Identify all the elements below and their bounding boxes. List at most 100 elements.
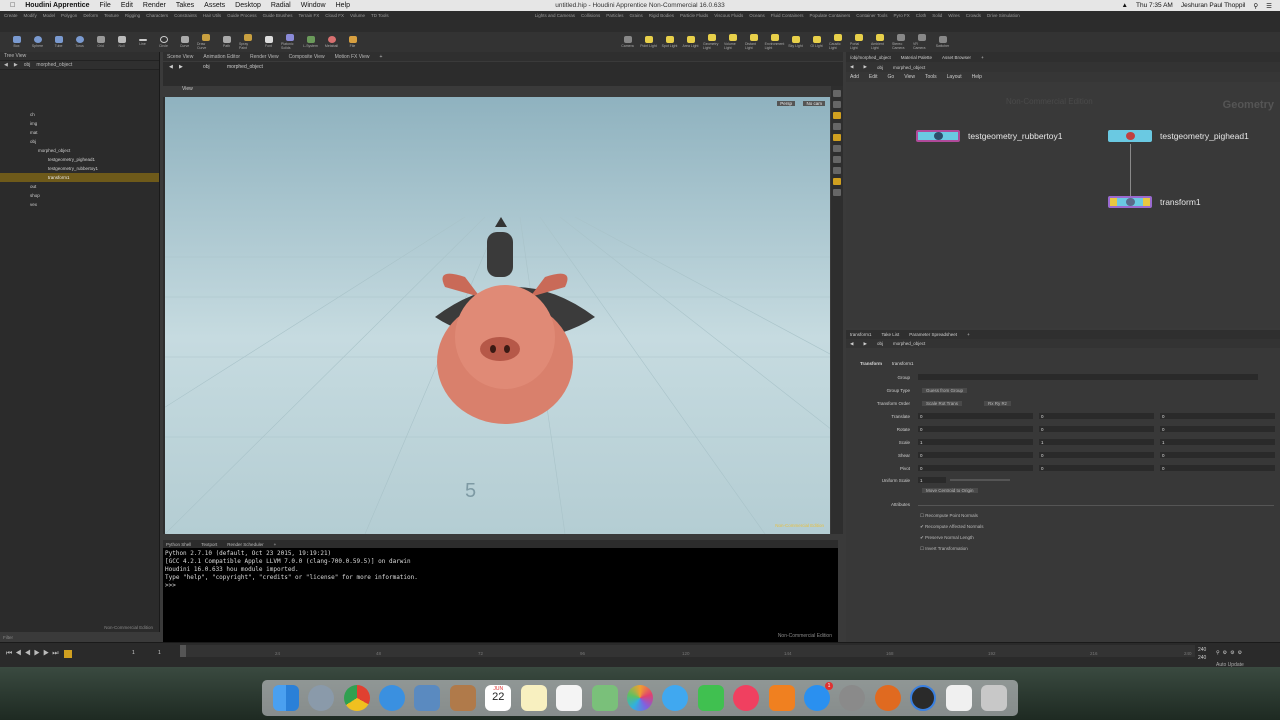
forward-icon[interactable]: ▶ [14,62,18,68]
clock[interactable]: Thu 7:35 AM [1136,2,1173,10]
node-name-field[interactable]: transform1 [892,361,914,366]
move-centroid-button[interactable]: Move Centroid to Origin [922,488,978,493]
frame-marker[interactable] [180,645,186,657]
trash-icon[interactable] [981,685,1008,711]
shelf-tab[interactable]: Guide Brushes [263,13,293,30]
tool-caustic-light-button[interactable]: Caustic Light [829,34,846,50]
normals-icon[interactable] [833,167,841,174]
shelf-tab[interactable]: Particles [606,13,623,30]
shelf-tab[interactable]: Viscous Fluids [714,13,743,30]
finder-icon[interactable] [272,685,299,711]
tree-item[interactable]: img [0,119,159,128]
launchpad-icon[interactable] [308,685,335,711]
pivot-x-field[interactable] [918,465,1033,471]
translate-y-field[interactable] [1039,413,1154,419]
add-tab-icon[interactable]: + [274,542,277,547]
back-icon[interactable]: ◀ [4,62,8,68]
notes-brown-icon[interactable] [449,685,476,711]
tool-curve-button[interactable]: Curve [176,34,193,50]
rotate-z-field[interactable] [1160,426,1275,432]
tool-torus-button[interactable]: Torus [71,34,88,50]
shelf-tab[interactable]: Create [4,13,18,30]
tool-file-button[interactable]: File [344,34,361,50]
appstore-icon[interactable]: 1 [804,682,834,711]
shelf-tab[interactable]: Crowds [966,13,981,30]
houdini-fx-icon[interactable] [910,685,937,711]
photos-icon[interactable] [626,685,653,711]
node-transform[interactable]: transform1 [1108,196,1201,208]
shelf-tab[interactable]: Texture [104,13,119,30]
back-icon[interactable]: ◀ [850,341,853,347]
shelf-tab[interactable]: Solid [932,13,942,30]
checkbox-recompute-affected-normals[interactable]: ✔ Recompute Affected Normals [920,524,983,530]
add-tab-icon[interactable]: + [967,332,970,337]
shelf-tab[interactable]: Constraints [174,13,197,30]
calendar-icon[interactable]: JUN 22 [485,685,512,711]
shelf-tab[interactable]: TD Tools [371,13,389,30]
shading-icon[interactable] [833,123,841,130]
tool-volume-light-button[interactable]: Volume Light [724,34,741,50]
notification-icon[interactable]: ☰ [1266,2,1272,10]
rotate-order-select[interactable]: Rx Ry Rz [984,401,1011,406]
tree-item[interactable]: morphed_object [0,146,159,155]
tab-render-scheduler[interactable]: Render Scheduler [227,542,263,547]
tool-stereo-camera-button[interactable]: Stereo Camera [892,34,909,50]
path-obj[interactable]: obj [24,62,31,68]
houdini-icon[interactable] [874,685,901,711]
tool-vr-camera-button[interactable]: VR Camera [913,34,930,50]
shelf-tab[interactable]: Polygon [61,13,77,30]
end-frame-field[interactable]: 240 [1198,647,1206,653]
menu-assets[interactable]: Assets [204,2,225,9]
maps-icon[interactable] [591,685,618,711]
timeline-options-icon[interactable]: ⚲⚙⚙⚙ [1216,650,1245,656]
safari-icon[interactable] [378,685,405,711]
tree-item[interactable]: out [0,182,159,191]
menu-add[interactable]: Add [850,74,859,80]
tool-env-light-button[interactable]: Environment Light [765,34,784,50]
add-tab-icon[interactable]: + [981,55,984,60]
console-prompt[interactable]: >>> [165,582,176,589]
timeline-slider[interactable]: 24 48 72 96 120 144 168 192 216 240 [180,645,1195,657]
shelf-tab[interactable]: Characters [146,13,168,30]
path-obj[interactable]: obj [877,65,883,70]
chrome-icon[interactable] [343,685,370,711]
shelf-tab[interactable]: Fluid Containers [771,13,804,30]
ibooks-icon[interactable] [768,685,795,711]
scene-viewport[interactable]: 5 Persp No cam Non-Commercial Edition [165,97,830,534]
checkbox-recompute-point-normals[interactable]: ☐ Recompute Point Normals [920,513,978,519]
menu-help[interactable]: Help [336,2,350,9]
tool-ambient-light-button[interactable]: Ambient Light [871,34,888,50]
shear-z-field[interactable] [1160,452,1275,458]
search-icon[interactable]: ⚲ [1253,2,1258,10]
node-pighead[interactable]: testgeometry_pighead1 [1108,130,1249,142]
shelf-tab[interactable]: Rigid Bodies [649,13,674,30]
tab-composite-view[interactable]: Composite View [289,54,325,60]
forward-icon[interactable]: ▶ [863,341,866,347]
tree-item[interactable]: testgeometry_pighead1 [0,155,159,164]
tree-tab[interactable]: Tree View [0,52,159,61]
document-icon[interactable] [945,685,972,711]
tree-item-selected[interactable]: transform1 [0,173,159,182]
path-context[interactable]: morphed_object [893,65,925,70]
pivot-z-field[interactable] [1160,465,1275,471]
checkbox-preserve-normal-length[interactable]: ✔ Preserve Normal Length [920,535,974,541]
shelf-tab[interactable]: Lights and Cameras [535,13,575,30]
tree-item[interactable]: ch [0,110,159,119]
path-context[interactable]: morphed_object [893,341,925,346]
forward-icon[interactable]: ▶ [863,64,866,70]
current-frame-field[interactable]: 1 [132,650,135,656]
menu-window[interactable]: Window [301,2,326,9]
add-tab-icon[interactable]: + [380,54,383,60]
shear-y-field[interactable] [1039,452,1154,458]
menu-go[interactable]: Go [888,74,895,80]
tool-sphere-button[interactable]: Sphere [29,34,46,50]
tool-lsystem-button[interactable]: L-System [302,34,319,50]
end-frame-field-2[interactable]: 240 [1198,655,1206,661]
shelf-tab[interactable]: Guide Process [227,13,257,30]
apple-icon[interactable]:  [10,2,15,9]
shelf-tab[interactable]: Pyro FX [893,13,909,30]
shelf-tab[interactable]: Wires [948,13,960,30]
tool-portal-light-button[interactable]: Portal Light [850,34,867,50]
menu-takes[interactable]: Takes [176,2,194,9]
cam-selector[interactable]: No cam [803,101,825,106]
